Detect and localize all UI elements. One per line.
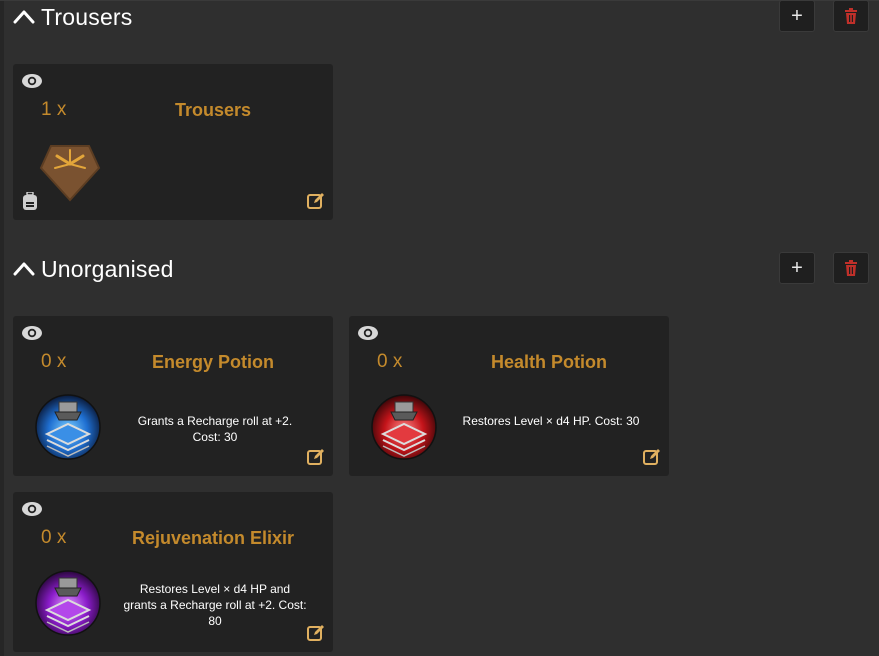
edit-icon[interactable]	[307, 624, 325, 642]
eye-icon[interactable]	[21, 325, 43, 341]
item-description: Restores Level × d4 HP and grants a Rech…	[123, 582, 307, 628]
inventory-panel: Trousers + 1 x Trousers Unorganised + 0 …	[0, 0, 879, 656]
blue-potion-icon	[35, 394, 101, 460]
edit-icon[interactable]	[307, 192, 325, 210]
add-label: +	[791, 5, 803, 27]
group-title: Unorganised	[41, 255, 174, 282]
edit-icon[interactable]	[643, 448, 661, 466]
backpack-icon	[23, 192, 37, 210]
delete-group-button[interactable]	[833, 252, 869, 284]
item-card[interactable]: 0 x Health Potion Restores Level × d4 HP…	[349, 316, 669, 476]
item-quantity: 0 x	[377, 351, 403, 372]
edit-icon[interactable]	[307, 448, 325, 466]
item-quantity: 0 x	[41, 527, 67, 548]
item-name[interactable]: Trousers	[93, 100, 333, 121]
trousers-icon	[39, 145, 101, 202]
add-item-button[interactable]: +	[779, 0, 815, 32]
eye-icon[interactable]	[21, 73, 43, 89]
add-label: +	[791, 257, 803, 279]
group-header-trousers[interactable]: Trousers	[13, 0, 133, 34]
item-card[interactable]: 0 x Energy Potion Grants a Recharge roll…	[13, 316, 333, 476]
item-card[interactable]: 0 x Rejuvenation Elixir Restores Level ×…	[13, 492, 333, 652]
item-description: Grants a Recharge roll at +2. Cost: 30	[137, 414, 293, 444]
item-description: Restores Level × d4 HP. Cost: 30	[462, 414, 640, 428]
item-name[interactable]: Health Potion	[429, 352, 669, 373]
add-item-button[interactable]: +	[779, 252, 815, 284]
item-card[interactable]: 1 x Trousers	[13, 64, 333, 220]
item-name[interactable]: Energy Potion	[93, 352, 333, 373]
red-potion-icon	[371, 394, 437, 460]
eye-icon[interactable]	[21, 501, 43, 517]
chevron-up-icon[interactable]	[13, 6, 35, 28]
item-name[interactable]: Rejuvenation Elixir	[93, 528, 333, 549]
eye-icon[interactable]	[357, 325, 379, 341]
trash-icon	[845, 8, 857, 24]
purple-potion-icon	[35, 570, 101, 636]
delete-group-button[interactable]	[833, 0, 869, 32]
group-header-unorganised[interactable]: Unorganised	[13, 252, 174, 286]
chevron-up-icon[interactable]	[13, 258, 35, 280]
item-quantity: 1 x	[41, 99, 67, 120]
item-quantity: 0 x	[41, 351, 67, 372]
trash-icon	[845, 260, 857, 276]
left-border	[0, 0, 4, 656]
group-title: Trousers	[41, 3, 133, 30]
